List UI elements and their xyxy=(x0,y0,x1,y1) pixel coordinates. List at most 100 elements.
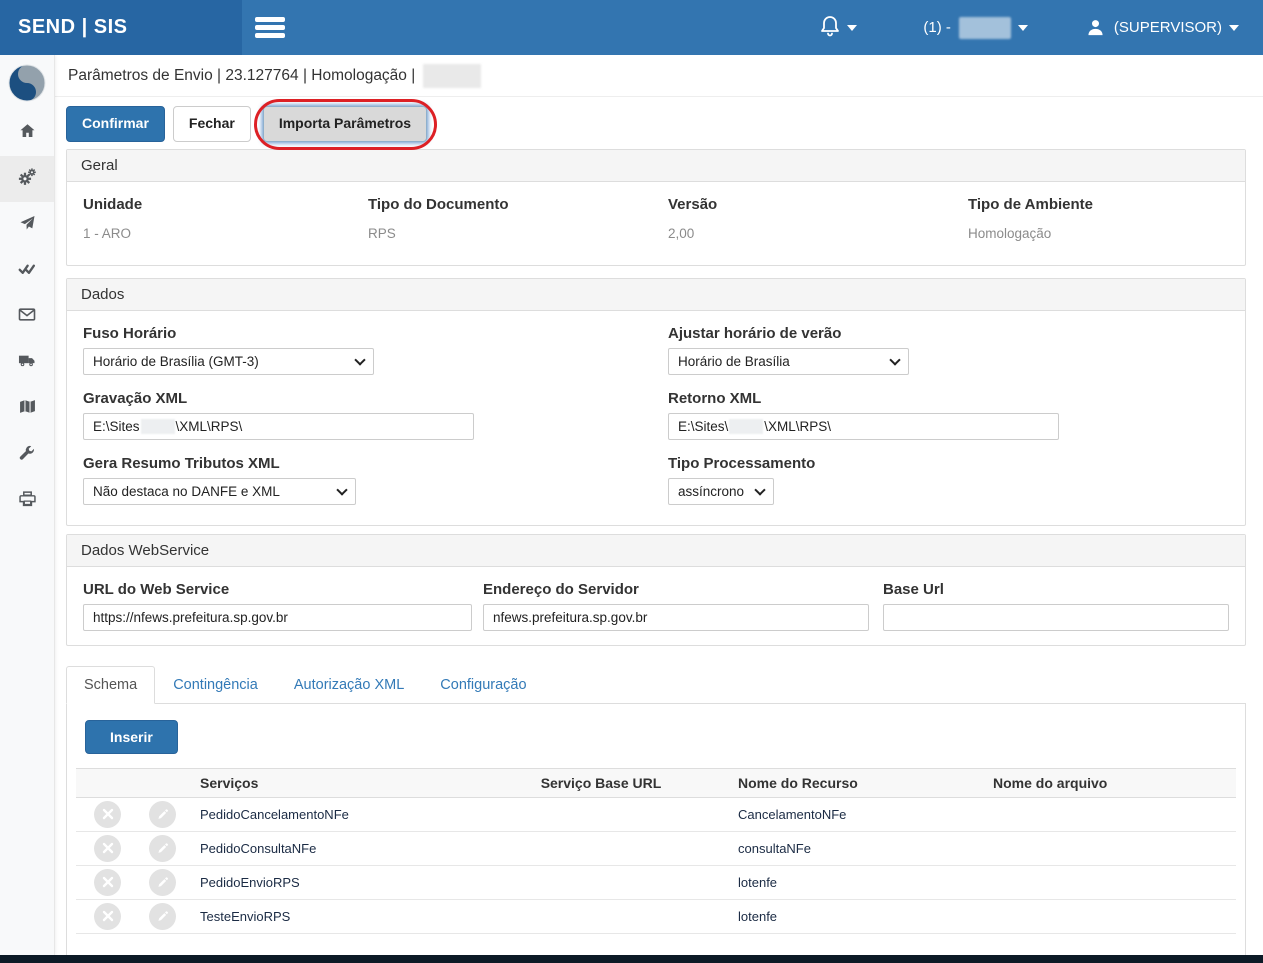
gravacao-xml-input[interactable]: E:\Sites \XML\RPS\ xyxy=(83,413,474,440)
sidebar-item-print[interactable] xyxy=(0,478,54,524)
map-icon xyxy=(19,399,36,419)
chevron-down-icon xyxy=(1018,25,1028,31)
edit-row-button[interactable] xyxy=(149,801,176,828)
printer-icon xyxy=(19,491,36,512)
tab-autorizacao-xml[interactable]: Autorização XML xyxy=(276,666,422,704)
tipo-processamento-select[interactable]: assíncrono xyxy=(668,478,774,505)
chevron-down-icon xyxy=(847,25,857,31)
retorno-xml-redacted xyxy=(729,419,763,434)
app-logo[interactable] xyxy=(0,55,54,110)
app-brand: SEND | SIS xyxy=(0,0,242,55)
ws-baseurl-input[interactable] xyxy=(883,604,1229,631)
close-button[interactable]: Fechar xyxy=(173,106,251,142)
action-toolbar: Confirmar Fechar Importa Parâmetros xyxy=(55,97,1263,149)
ws-url-input[interactable] xyxy=(83,604,472,631)
retorno-xml-input[interactable]: E:\Sites\ \XML\RPS\ xyxy=(668,413,1059,440)
retorno-xml-path-prefix: E:\Sites\ xyxy=(678,419,728,434)
versao-label: Versão xyxy=(668,196,968,213)
import-parameters-button[interactable]: Importa Parâmetros xyxy=(263,106,427,142)
cell-servico: PedidoCancelamentoNFe xyxy=(188,807,476,822)
home-icon xyxy=(19,123,36,144)
edit-row-button[interactable] xyxy=(149,869,176,896)
delete-row-button[interactable] xyxy=(94,869,121,896)
sidebar-item-settings[interactable] xyxy=(0,156,54,202)
tab-configuracao[interactable]: Configuração xyxy=(422,666,544,704)
field-versao: Versão 2,00 xyxy=(668,196,968,249)
tab-contingencia[interactable]: Contingência xyxy=(155,666,276,704)
insert-button[interactable]: Inserir xyxy=(85,720,178,754)
unit-selector[interactable]: (1) - xyxy=(923,17,1028,39)
user-menu[interactable]: (SUPERVISOR) xyxy=(1086,18,1239,37)
edit-row-button[interactable] xyxy=(149,835,176,862)
tipo-processamento-label: Tipo Processamento xyxy=(668,455,1229,472)
brand-title: SEND | SIS xyxy=(18,16,128,39)
gears-icon xyxy=(18,168,36,191)
field-tipo-ambiente: Tipo de Ambiente Homologação xyxy=(968,196,1229,249)
col-servico-base-url: Serviço Base URL xyxy=(476,775,726,791)
tipo-ambiente-label: Tipo de Ambiente xyxy=(968,196,1229,213)
sidebar-item-mail[interactable] xyxy=(0,294,54,340)
fuso-horario-label: Fuso Horário xyxy=(83,325,668,342)
retorno-xml-path-suffix: \XML\RPS\ xyxy=(764,419,831,434)
unidade-value: 1 - ARO xyxy=(83,226,368,241)
confirm-button[interactable]: Confirmar xyxy=(66,106,165,142)
sidebar xyxy=(0,55,55,955)
sidebar-item-transport[interactable] xyxy=(0,340,54,386)
cell-servico: PedidoConsultaNFe xyxy=(188,841,476,856)
dados-panel: Dados Fuso Horário Horário de Brasília (… xyxy=(66,278,1246,526)
tab-panel-schema: Inserir Serviços Serviço Base URL Nome d… xyxy=(66,704,1246,963)
breadcrumb: Parâmetros de Envio | 23.127764 | Homolo… xyxy=(55,55,1263,97)
cell-recurso: consultaNFe xyxy=(726,841,981,856)
sidebar-item-send[interactable] xyxy=(0,202,54,248)
ajustar-verao-select[interactable]: Horário de Brasília xyxy=(668,348,909,375)
sidebar-item-home[interactable] xyxy=(0,110,54,156)
delete-row-button[interactable] xyxy=(94,835,121,862)
col-nome-recurso: Nome do Recurso xyxy=(726,775,981,791)
geral-panel: Geral Unidade 1 - ARO Tipo do Documento … xyxy=(66,149,1246,266)
gravacao-xml-redacted xyxy=(141,419,175,434)
sidebar-item-tasks[interactable] xyxy=(0,248,54,294)
versao-value: 2,00 xyxy=(668,226,968,241)
user-role-label: (SUPERVISOR) xyxy=(1114,19,1222,36)
main-content: Parâmetros de Envio | 23.127764 | Homolo… xyxy=(55,55,1263,963)
table-row: PedidoCancelamentoNFe CancelamentoNFe xyxy=(76,798,1236,832)
tipo-ambiente-value: Homologação xyxy=(968,226,1229,241)
bottom-bar xyxy=(0,955,1263,963)
chevron-down-icon xyxy=(1229,25,1239,31)
delete-row-button[interactable] xyxy=(94,903,121,930)
sidebar-item-map[interactable] xyxy=(0,386,54,432)
gera-resumo-label: Gera Resumo Tributos XML xyxy=(83,455,668,472)
notifications-menu[interactable] xyxy=(820,15,857,41)
page-title: Parâmetros de Envio | 23.127764 | Homolo… xyxy=(68,67,415,85)
cell-servico: TesteEnvioRPS xyxy=(188,909,476,924)
envelope-icon xyxy=(18,307,36,327)
tab-schema[interactable]: Schema xyxy=(66,666,155,704)
tipo-documento-label: Tipo do Documento xyxy=(368,196,668,213)
gravacao-xml-label: Gravação XML xyxy=(83,390,668,407)
gravacao-xml-path-prefix: E:\Sites xyxy=(93,419,140,434)
wrench-icon xyxy=(19,445,35,466)
webservice-panel-title: Dados WebService xyxy=(67,535,1245,567)
user-icon xyxy=(1086,18,1105,37)
cell-servico: PedidoEnvioRPS xyxy=(188,875,476,890)
table-row: PedidoConsultaNFe consultaNFe xyxy=(76,832,1236,866)
top-navbar: SEND | SIS (1) - (SUPERVISOR) xyxy=(0,0,1263,55)
col-servicos: Serviços xyxy=(188,775,476,791)
sidebar-item-tools[interactable] xyxy=(0,432,54,478)
ws-endereco-input[interactable] xyxy=(483,604,869,631)
fuso-horario-select[interactable]: Horário de Brasília (GMT-3) xyxy=(83,348,374,375)
gera-resumo-select[interactable]: Não destaca no DANFE e XML xyxy=(83,478,356,505)
tipo-documento-value: RPS xyxy=(368,226,668,241)
dados-panel-title: Dados xyxy=(67,279,1245,311)
edit-row-button[interactable] xyxy=(149,903,176,930)
paper-plane-icon xyxy=(19,215,36,236)
double-check-icon xyxy=(18,261,36,281)
bell-icon xyxy=(820,15,840,41)
menu-hamburger-icon[interactable] xyxy=(255,14,285,41)
ws-endereco-label: Endereço do Servidor xyxy=(483,581,883,598)
retorno-xml-label: Retorno XML xyxy=(668,390,1229,407)
app-window: SEND | SIS (1) - (SUPERVISOR) xyxy=(0,0,1263,963)
delete-row-button[interactable] xyxy=(94,801,121,828)
webservice-panel: Dados WebService URL do Web Service Ende… xyxy=(66,534,1246,646)
table-header-row: Serviços Serviço Base URL Nome do Recurs… xyxy=(76,769,1236,798)
